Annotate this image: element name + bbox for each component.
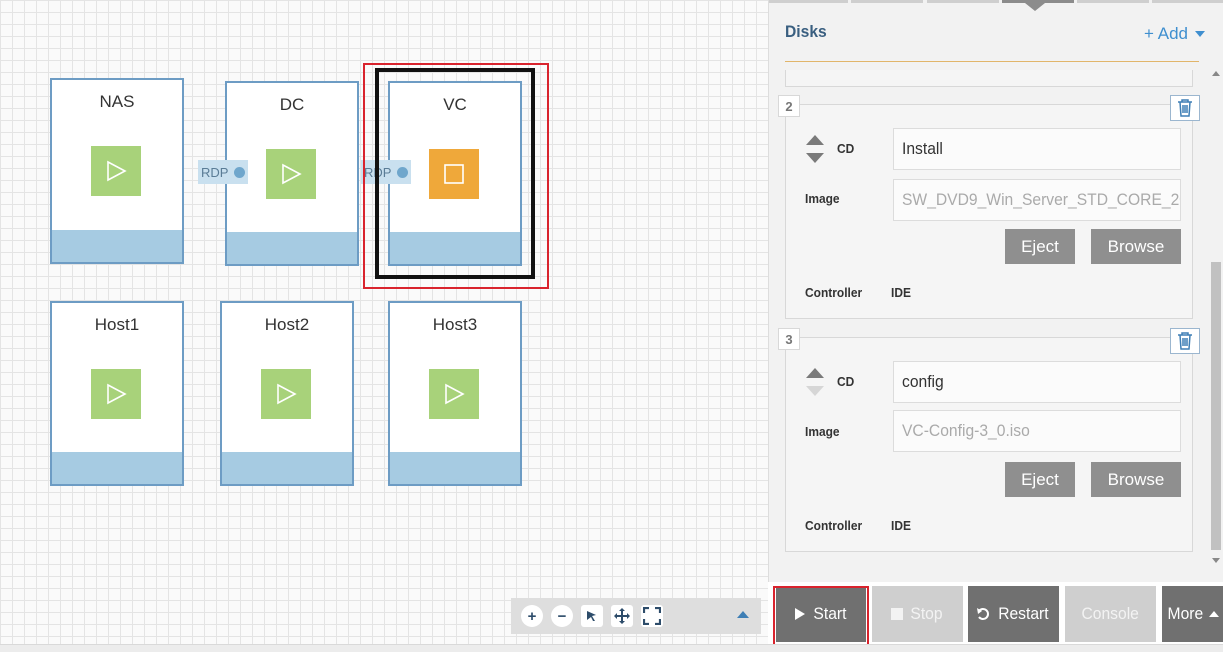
fit-screen-icon[interactable] <box>641 605 663 627</box>
controller-value: IDE <box>891 518 911 533</box>
caret-up-icon[interactable] <box>737 611 749 618</box>
scrollbar-thumb[interactable] <box>1211 262 1221 550</box>
disk-name-input[interactable]: config <box>893 361 1181 403</box>
caret-up-icon <box>1208 611 1219 617</box>
vm-name: NAS <box>99 92 135 111</box>
eject-button[interactable]: Eject <box>1005 229 1075 264</box>
restart-icon <box>977 608 990 620</box>
more-label: More <box>1167 604 1204 623</box>
highlight-box <box>773 586 869 646</box>
vm-footer <box>52 230 182 262</box>
scroll-up-icon[interactable] <box>1212 71 1220 76</box>
move-down-icon <box>806 386 824 396</box>
controller-label: Controller <box>805 518 863 533</box>
move-up-icon[interactable] <box>806 135 824 145</box>
vm-name: Host2 <box>264 315 310 334</box>
rdp-port-icon <box>234 166 246 178</box>
rdp-label: RDP <box>201 164 229 180</box>
trash-icon[interactable] <box>1170 328 1200 354</box>
stop-label: Stop <box>910 604 943 623</box>
reorder-arrows <box>804 135 826 165</box>
active-tab-pointer <box>1025 3 1045 11</box>
tab[interactable] <box>1152 0 1223 3</box>
canvas-toolbar: + − <box>511 598 761 634</box>
rdp-connector[interactable]: RDP <box>198 160 248 184</box>
zoom-in-icon[interactable]: + <box>521 605 543 627</box>
disk-name-value: config <box>902 372 944 391</box>
vm-settings-panel: Disks + Add 2 CD Install Image SW_DVD9_W… <box>768 0 1223 582</box>
image-path-value: VC-Config-3_0.iso <box>902 421 1030 440</box>
bottom-strip <box>0 644 1223 652</box>
vm-card-nas[interactable]: NAS <box>50 78 184 264</box>
reorder-arrows <box>804 368 826 398</box>
restart-label: Restart <box>998 604 1049 623</box>
scroll-down-icon[interactable] <box>1212 558 1220 563</box>
tab[interactable] <box>927 0 999 3</box>
restart-button[interactable]: Restart <box>968 586 1059 642</box>
highlight-box <box>363 63 549 289</box>
vm-card-host1[interactable]: Host1 <box>50 301 184 486</box>
browse-button[interactable]: Browse <box>1091 229 1181 264</box>
play-icon[interactable] <box>429 369 479 419</box>
section-title: Disks <box>785 22 827 41</box>
panel-tabs <box>769 0 1223 3</box>
stop-button: Stop <box>872 586 963 642</box>
vm-footer <box>227 232 357 264</box>
disk-card-previous <box>785 70 1193 87</box>
browse-button[interactable]: Browse <box>1091 462 1181 497</box>
move-down-icon[interactable] <box>806 153 824 163</box>
tab[interactable] <box>851 0 923 3</box>
pointer-icon[interactable] <box>581 605 603 627</box>
play-icon[interactable] <box>266 149 316 199</box>
disk-number: 2 <box>778 95 800 117</box>
disk-card: 2 CD Install Image SW_DVD9_Win_Server_ST… <box>778 95 1200 319</box>
section-divider <box>785 61 1199 62</box>
image-label: Image <box>805 424 840 439</box>
disk-number: 3 <box>778 328 800 350</box>
play-icon[interactable] <box>261 369 311 419</box>
play-icon[interactable] <box>91 146 141 196</box>
image-path-field: VC-Config-3_0.iso <box>893 410 1181 452</box>
trash-icon[interactable] <box>1170 95 1200 121</box>
image-path-value: SW_DVD9_Win_Server_STD_CORE_20 <box>902 190 1181 209</box>
vm-footer <box>390 452 520 484</box>
vm-name: DC <box>279 95 305 114</box>
lab-canvas[interactable]: NAS DC VC RDP RDP Host1 Host2 Host3 + − <box>0 0 768 644</box>
tab[interactable] <box>1077 0 1149 3</box>
tab[interactable] <box>769 0 848 3</box>
vm-footer <box>222 452 352 484</box>
console-button: Console <box>1065 586 1156 642</box>
disk-name-input[interactable]: Install <box>893 128 1181 170</box>
controller-value: IDE <box>891 285 911 300</box>
console-label: Console <box>1081 604 1140 623</box>
pan-icon[interactable] <box>611 605 633 627</box>
vm-footer <box>52 452 182 484</box>
disk-card: 3 CD config Image VC-Config-3_0.iso Ejec… <box>778 328 1200 552</box>
move-up-icon[interactable] <box>806 368 824 378</box>
vm-card-host2[interactable]: Host2 <box>220 301 354 486</box>
add-label: + Add <box>1144 24 1188 43</box>
more-button[interactable]: More <box>1162 586 1223 642</box>
zoom-out-icon[interactable]: − <box>551 605 573 627</box>
controller-label: Controller <box>805 285 863 300</box>
add-disk-button[interactable]: + Add <box>1144 24 1205 44</box>
disk-name-value: Install <box>902 139 943 158</box>
vm-name: Host3 <box>432 315 478 334</box>
image-path-field: SW_DVD9_Win_Server_STD_CORE_20 <box>893 179 1181 221</box>
disk-type-label: CD <box>837 141 855 156</box>
chevron-down-icon <box>1195 31 1205 37</box>
image-label: Image <box>805 191 840 206</box>
stop-icon <box>891 608 903 620</box>
disk-type-label: CD <box>837 374 855 389</box>
play-icon[interactable] <box>91 369 141 419</box>
vm-name: Host1 <box>94 315 140 334</box>
eject-button[interactable]: Eject <box>1005 462 1075 497</box>
vm-card-host3[interactable]: Host3 <box>388 301 522 486</box>
